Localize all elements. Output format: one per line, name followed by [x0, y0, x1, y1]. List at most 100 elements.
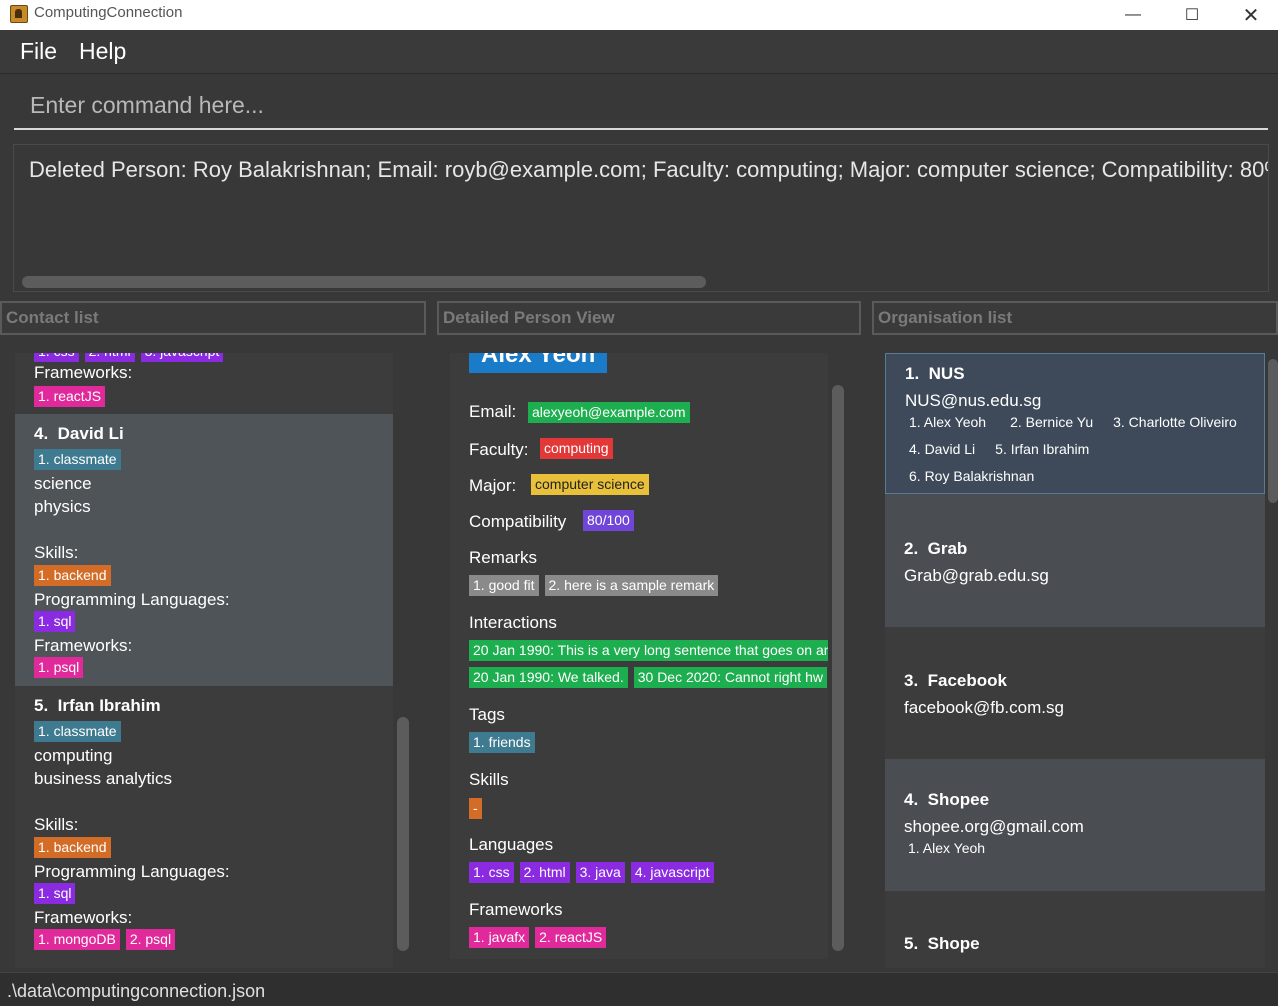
framework-tag: 1. javafx	[469, 927, 530, 948]
org-index: 4.	[904, 790, 919, 809]
language-tag: 3. javascript	[140, 353, 224, 362]
person-faculty: science	[34, 474, 92, 493]
org-card[interactable]: 1. NUS NUS@nus.edu.sg 1. Alex Yeoh 2. Ber…	[885, 353, 1265, 494]
contact-list-header: Contact list	[0, 301, 426, 335]
result-horizontal-scrollbar[interactable]	[22, 276, 706, 288]
skill-tag: 1. backend	[34, 837, 111, 858]
org-email: NUS@nus.edu.sg	[905, 391, 1042, 410]
remark-tag: 2. here is a sample remark	[544, 575, 719, 596]
detail-scrollbar[interactable]	[832, 385, 844, 951]
frameworks-label: Frameworks:	[34, 363, 133, 382]
organisation-list[interactable]: 1. NUS NUS@nus.edu.sg 1. Alex Yeoh 2. Ber…	[885, 353, 1265, 968]
major-value: computer science	[531, 474, 649, 495]
organisation-list-scrollbar[interactable]	[1268, 353, 1278, 968]
faculty-value: computing	[540, 438, 613, 459]
org-index: 3.	[904, 671, 919, 690]
org-card[interactable]: 2. Grab Grab@grab.edu.sg	[885, 494, 1265, 627]
language-tag: 1. sql	[34, 883, 76, 904]
org-card[interactable]: 4. Shopee shopee.org@gmail.com 1. Alex Y…	[885, 759, 1265, 891]
org-name: Grab	[927, 539, 968, 558]
person-tag: 1. classmate	[34, 721, 121, 742]
language-tag: 3. java	[575, 862, 625, 883]
organisation-list-scroll-thumb[interactable]	[1268, 359, 1278, 503]
interactions-label: Interactions	[469, 613, 557, 632]
person-name: Irfan Ibrahim	[57, 696, 161, 715]
person-card-partial[interactable]: 1. css 2. html 3. javascript Frameworks: 1…	[15, 353, 393, 415]
window-title: ComputingConnection	[34, 4, 183, 21]
skill-tag: 1. backend	[34, 565, 111, 586]
skill-tag: -	[469, 798, 482, 819]
org-member: 4. David Li	[909, 441, 976, 457]
maximize-icon[interactable]: ☐	[1169, 0, 1215, 30]
framework-tag: 1. mongoDB	[34, 929, 120, 950]
interaction-tag: 20 Jan 1990: We talked.	[469, 667, 628, 688]
org-name: Shopee	[927, 790, 990, 809]
person-index: 5.	[34, 696, 49, 715]
tags-label: Tags	[469, 705, 505, 724]
save-location: .\data\computingconnection.json	[7, 981, 266, 1001]
framework-tag: 2. psql	[125, 929, 176, 950]
org-index: 1.	[905, 364, 920, 383]
detail-name: Alex Yeoh	[469, 353, 608, 373]
person-major: physics	[34, 497, 91, 516]
contact-list-scroll-thumb[interactable]	[397, 717, 409, 951]
person-index: 4.	[34, 424, 49, 443]
command-input[interactable]	[14, 83, 1268, 130]
menu-help[interactable]: Help	[79, 38, 126, 65]
frameworks-label: Frameworks:	[34, 908, 133, 927]
frameworks-label: Frameworks	[469, 900, 563, 919]
language-tag: 2. html	[84, 353, 135, 362]
detail-panel: Detailed Person View Alex Yeoh Email: al…	[437, 301, 861, 971]
result-display: Deleted Person: Roy Balakrishnan; Email:…	[13, 144, 1269, 292]
skills-label: Skills:	[34, 815, 79, 834]
contact-list-scrollbar[interactable]	[397, 353, 409, 968]
contact-list[interactable]: 1. css 2. html 3. javascript Frameworks: 1…	[15, 353, 393, 968]
detail-panel-header: Detailed Person View	[437, 301, 861, 335]
org-email: shopee.org@gmail.com	[904, 817, 1084, 836]
remarks-label: Remarks	[469, 548, 538, 567]
org-name: Shope	[927, 934, 980, 953]
result-text: Deleted Person: Roy Balakrishnan; Email:…	[29, 157, 1269, 182]
language-tag: 2. html	[519, 862, 570, 883]
contact-list-panel: Contact list 1. css 2. html 3. javascript …	[0, 301, 428, 971]
language-tag: 1. sql	[34, 611, 76, 632]
frameworks-label: Frameworks:	[34, 636, 133, 655]
organisation-list-panel: Organisation list 1. NUS NUS@nus.edu.sg …	[872, 301, 1278, 971]
org-card[interactable]: 5. Shope	[885, 891, 1265, 968]
framework-tag: 2. reactJS	[535, 927, 607, 948]
person-major: business analytics	[34, 769, 172, 788]
org-member: 3. Charlotte Oliveiro	[1113, 414, 1237, 430]
skills-label: Skills	[469, 770, 509, 789]
language-tag: 4. javascript	[630, 862, 714, 883]
status-bar: .\data\computingconnection.json	[0, 972, 1278, 1006]
org-member: 1. Alex Yeoh	[908, 840, 986, 856]
close-icon[interactable]: ✕	[1228, 0, 1274, 30]
command-box	[0, 75, 1278, 137]
languages-label: Programming Languages:	[34, 862, 230, 881]
interaction-tag: 30 Dec 2020: Cannot right hw	[633, 667, 827, 688]
org-email: Grab@grab.edu.sg	[904, 566, 1049, 585]
person-faculty: computing	[34, 746, 113, 765]
org-member: 2. Bernice Yu	[1010, 414, 1094, 430]
org-card[interactable]: 3. Facebook facebook@fb.com.sg	[885, 627, 1265, 759]
major-label: Major:	[469, 476, 517, 495]
minimize-icon[interactable]: —	[1110, 0, 1156, 30]
languages-label: Languages	[469, 835, 554, 854]
person-name: David Li	[57, 424, 124, 443]
window-titlebar: ComputingConnection — ☐ ✕	[0, 0, 1278, 30]
menu-bar: File Help	[0, 30, 1278, 74]
detail-scroll-thumb[interactable]	[832, 385, 844, 951]
detail-view[interactable]: Alex Yeoh Email: alexyeoh@example.com Fa…	[450, 353, 828, 959]
language-tag: 1. css	[34, 353, 79, 362]
person-card[interactable]: 4. David Li 1. classmate science physics…	[15, 414, 393, 686]
person-card[interactable]: 5. Irfan Ibrahim 1. classmate computing …	[15, 686, 393, 958]
menu-file[interactable]: File	[20, 38, 57, 65]
app-icon	[10, 5, 28, 23]
skills-label: Skills:	[34, 543, 79, 562]
email-label: Email:	[469, 402, 517, 421]
email-value: alexyeoh@example.com	[528, 402, 690, 423]
language-tag: 1. css	[469, 862, 514, 883]
framework-tag: 1. psql	[34, 657, 84, 678]
org-email: facebook@fb.com.sg	[904, 698, 1064, 717]
org-member: 5. Irfan Ibrahim	[995, 441, 1090, 457]
